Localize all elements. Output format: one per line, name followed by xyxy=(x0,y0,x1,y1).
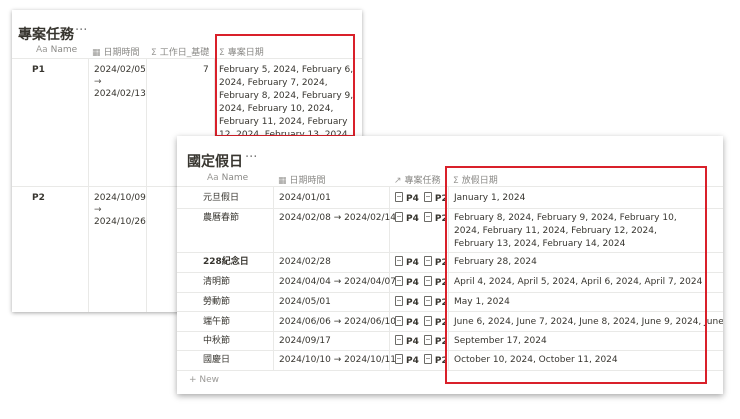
new-row-button[interactable]: + New xyxy=(189,375,219,385)
row-relation[interactable]: P4 P2 xyxy=(395,192,453,206)
row-name[interactable]: 中秋節 xyxy=(203,335,230,348)
row-name[interactable]: 農曆春節 xyxy=(203,212,239,225)
page-icon xyxy=(423,296,432,306)
holiday-table-title[interactable]: 國定假日 xyxy=(187,151,243,171)
row-date[interactable]: 2024/02/28 xyxy=(279,256,331,269)
page-icon xyxy=(423,316,432,326)
row-name[interactable]: 勞動節 xyxy=(203,296,230,309)
page-icon xyxy=(395,212,403,222)
row-start-date[interactable]: 2024/02/05 xyxy=(94,64,146,77)
divider xyxy=(177,311,723,312)
row-holiday-dates: January 1, 2024 xyxy=(454,193,526,203)
row-relation[interactable]: P4 P2 xyxy=(395,335,453,349)
sigma-icon: Σ xyxy=(151,48,157,58)
row-date[interactable]: 2024/06/06 → 2024/06/10 xyxy=(279,316,396,329)
divider xyxy=(146,58,147,312)
page-icon xyxy=(423,276,432,286)
page-icon xyxy=(423,354,432,364)
column-header-date[interactable]: ▦ 日期時間 xyxy=(92,45,140,58)
row-holiday-dates: September 17, 2024 xyxy=(454,336,547,346)
row-project-dates: February 5, 2024, February 6, 2024, Febr… xyxy=(219,65,354,140)
page-icon xyxy=(395,296,403,306)
text-aa-icon: Aa xyxy=(36,45,48,55)
column-header-holiday-dates[interactable]: Σ 放假日期 xyxy=(453,173,498,186)
page-icon xyxy=(395,276,403,286)
row-date[interactable]: 2024/09/17 xyxy=(279,335,331,348)
divider xyxy=(177,331,723,332)
relation-arrow-icon: ↗ xyxy=(394,176,402,186)
divider xyxy=(177,370,723,371)
row-holiday-dates: June 6, 2024, June 7, 2024, June 8, 2024… xyxy=(454,317,723,327)
column-header-name[interactable]: Aa Name xyxy=(36,45,77,55)
row-date[interactable]: 2024/01/01 xyxy=(279,192,331,205)
calendar-icon: ▦ xyxy=(92,48,101,58)
divider xyxy=(88,58,89,312)
row-holiday-dates: February 8, 2024, February 9, 2024, Febr… xyxy=(454,213,677,249)
row-name[interactable]: 清明節 xyxy=(203,276,230,289)
page-icon xyxy=(395,256,403,266)
divider xyxy=(177,186,723,187)
divider xyxy=(273,186,274,370)
divider xyxy=(177,272,723,273)
project-table-title[interactable]: 專案任務 xyxy=(18,24,74,44)
row-holiday-dates: May 1, 2024 xyxy=(454,297,510,307)
row-end-date[interactable]: 2024/10/26 xyxy=(94,216,146,229)
row-holiday-dates: October 10, 2024, October 11, 2024 xyxy=(454,355,618,365)
row-start-date[interactable]: 2024/10/09 xyxy=(94,192,146,205)
more-icon[interactable]: ··· xyxy=(75,23,87,38)
holiday-table-card: 國定假日 ··· Aa Name ▦ 日期時間 ↗ 專案任務 Σ 放假日期 元旦假日 2… xyxy=(177,136,723,394)
row-holiday-dates: April 4, 2024, April 5, 2024, April 6, 2… xyxy=(454,277,703,287)
divider xyxy=(177,350,723,351)
divider xyxy=(177,252,723,253)
row-relation[interactable]: P4 P2 xyxy=(395,276,453,290)
divider xyxy=(177,208,723,209)
column-header-workdays[interactable]: Σ 工作日_基礎 xyxy=(151,45,209,58)
row-workdays: 7 xyxy=(203,65,209,75)
row-relation[interactable]: P4 P2 xyxy=(395,354,453,368)
row-name[interactable]: 228紀念日 xyxy=(203,256,249,269)
row-relation[interactable]: P4 P2 xyxy=(395,316,453,330)
column-header-date[interactable]: ▦ 日期時間 xyxy=(278,173,326,186)
sigma-icon: Σ xyxy=(453,176,459,186)
row-relation[interactable]: P4 P2 xyxy=(395,296,453,310)
row-date[interactable]: 2024/05/01 xyxy=(279,296,331,309)
row-name[interactable]: 端午節 xyxy=(203,316,230,329)
row-date[interactable]: 2024/10/10 → 2024/10/11 xyxy=(279,354,396,367)
row-name[interactable]: P2 xyxy=(32,192,45,205)
column-header-project[interactable]: ↗ 專案任務 xyxy=(394,173,441,186)
page-icon xyxy=(423,256,432,266)
page-icon xyxy=(423,335,432,345)
page-icon xyxy=(423,192,432,202)
column-header-name[interactable]: Aa Name xyxy=(207,173,248,183)
row-relation[interactable]: P4 P2 xyxy=(395,256,453,270)
calendar-icon: ▦ xyxy=(278,176,287,186)
row-end-date[interactable]: 2024/02/13 xyxy=(94,88,146,101)
page-icon xyxy=(395,192,403,202)
page-icon xyxy=(395,335,403,345)
column-header-project-dates[interactable]: Σ 專案日期 xyxy=(219,45,264,58)
row-name[interactable]: P1 xyxy=(32,64,45,77)
row-date[interactable]: 2024/02/08 → 2024/02/14 xyxy=(279,212,396,225)
page-icon xyxy=(395,316,403,326)
divider xyxy=(12,58,362,59)
sigma-icon: Σ xyxy=(219,48,225,58)
row-date[interactable]: 2024/04/04 → 2024/04/07 xyxy=(279,276,396,289)
row-name[interactable]: 國慶日 xyxy=(203,354,230,367)
row-name[interactable]: 元旦假日 xyxy=(203,192,239,205)
text-aa-icon: Aa xyxy=(207,173,219,183)
more-icon[interactable]: ··· xyxy=(245,150,257,165)
divider xyxy=(177,292,723,293)
page-icon xyxy=(395,354,403,364)
row-relation[interactable]: P4 P2 xyxy=(395,212,453,226)
row-holiday-dates: February 28, 2024 xyxy=(454,257,537,267)
page-icon xyxy=(423,212,432,222)
